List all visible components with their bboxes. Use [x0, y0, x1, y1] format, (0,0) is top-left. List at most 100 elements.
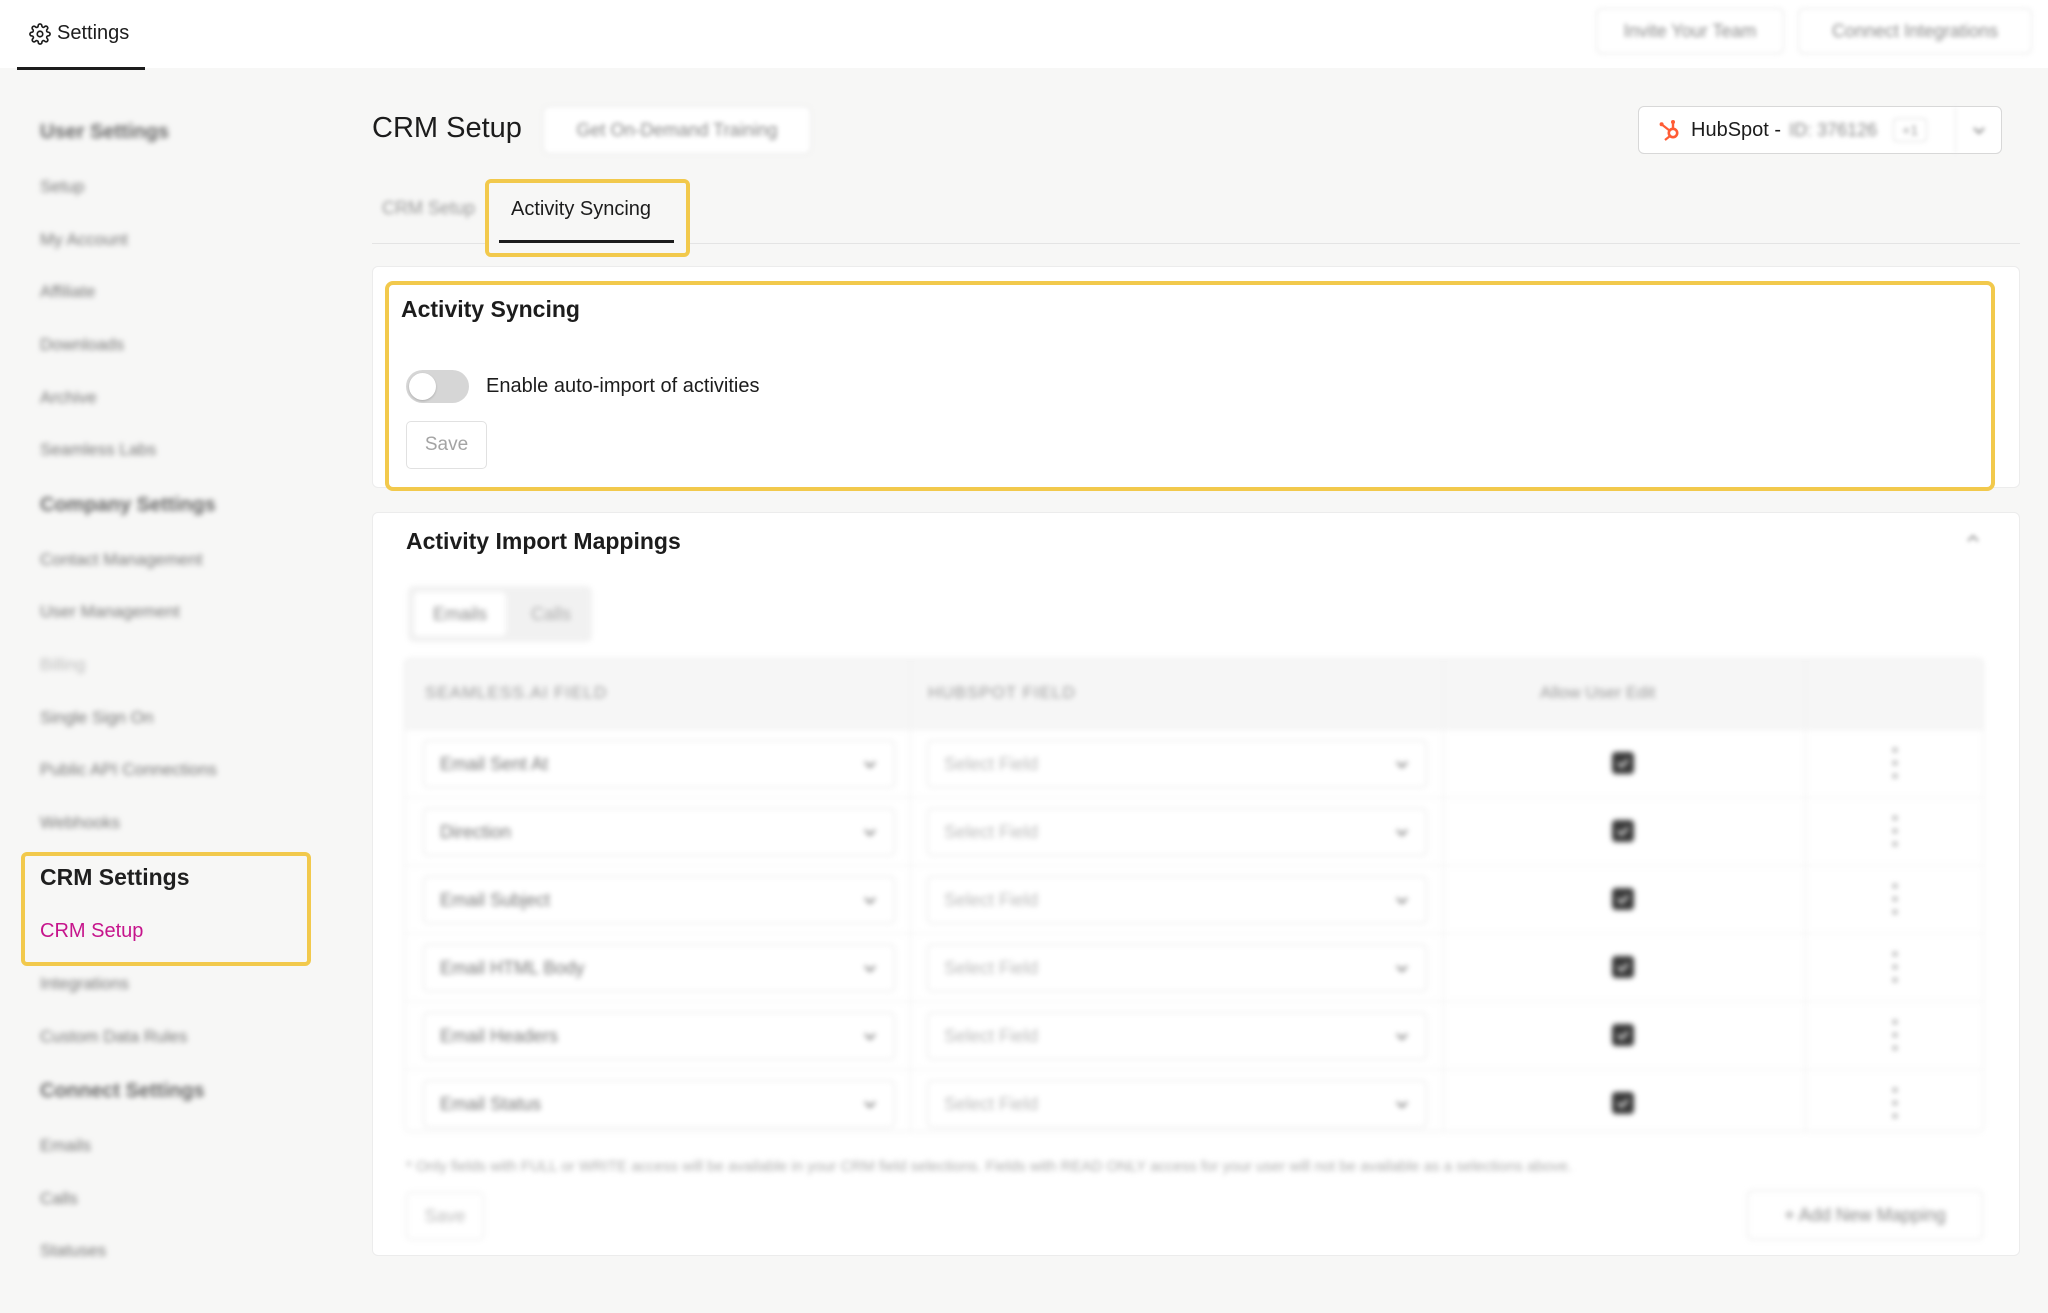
- chevron-down-icon: [864, 965, 876, 973]
- seamless-field-value: Email Subject: [440, 889, 551, 910]
- column-seamless-field: SEAMLESS.AI FIELD: [425, 683, 608, 702]
- sidebar-item-single-sign-on[interactable]: Single Sign On: [40, 708, 153, 728]
- hubspot-icon: [1659, 120, 1679, 141]
- activity-syncing-title: Activity Syncing: [401, 296, 580, 322]
- row-menu-icon[interactable]: [1891, 1020, 1899, 1050]
- field-access-footnote: * Only fields with FULL or WRITE access …: [406, 1158, 1573, 1175]
- mappings-title: Activity Import Mappings: [406, 528, 681, 554]
- row-menu-icon[interactable]: [1891, 952, 1899, 982]
- hubspot-field-select[interactable]: Select Field: [927, 944, 1427, 992]
- sidebar-heading-company-settings: Company Settings: [40, 494, 216, 516]
- hubspot-name: HubSpot -: [1691, 118, 1782, 141]
- chevron-down-icon: [1396, 965, 1408, 973]
- sidebar-item-my-account[interactable]: My Account: [40, 230, 128, 250]
- row-menu-icon[interactable]: [1891, 816, 1899, 846]
- mappings-save-button[interactable]: Save: [406, 1192, 484, 1240]
- sidebar-item-seamless-labs[interactable]: Seamless Labs: [40, 440, 156, 460]
- sidebar-item-custom-data-rules[interactable]: Custom Data Rules: [40, 1027, 187, 1047]
- settings-tab-label: Settings: [57, 22, 130, 44]
- allow-edit-checkbox[interactable]: [1612, 752, 1634, 774]
- sidebar-item-setup[interactable]: Setup: [40, 177, 84, 197]
- hubspot-field-select[interactable]: Select Field: [927, 1080, 1427, 1128]
- allow-edit-checkbox[interactable]: [1612, 956, 1634, 978]
- toggle-knob: [409, 373, 436, 400]
- chevron-up-icon[interactable]: [1964, 530, 1982, 548]
- seamless-field-select[interactable]: Email Status: [423, 1080, 895, 1128]
- add-new-mapping-button[interactable]: + Add New Mapping: [1747, 1190, 1983, 1240]
- row-menu-icon[interactable]: [1891, 884, 1899, 914]
- hubspot-field-value: Select Field: [944, 1093, 1039, 1114]
- tab-activity-syncing[interactable]: Activity Syncing: [511, 198, 651, 221]
- seamless-field-value: Email Headers: [440, 1025, 559, 1046]
- connect-integrations-button[interactable]: Connect Integrations: [1798, 8, 2032, 54]
- chevron-down-icon: [1396, 897, 1408, 905]
- sidebar-item-billing: Billing: [40, 655, 86, 674]
- sidebar-item-downloads[interactable]: Downloads: [40, 335, 124, 355]
- sidebar-item-contact-management[interactable]: Contact Management: [40, 550, 203, 570]
- column-allow-user-edit: Allow User Edit: [1540, 683, 1656, 702]
- table-row: Email Status Select Field: [405, 1069, 1983, 1131]
- chevron-down-icon[interactable]: [1955, 107, 2001, 153]
- chevron-down-icon: [864, 761, 876, 769]
- sidebar-item-emails[interactable]: Emails: [40, 1136, 91, 1156]
- allow-edit-checkbox[interactable]: [1612, 888, 1634, 910]
- tab-crm-setup[interactable]: CRM Setup: [382, 198, 475, 219]
- row-menu-icon[interactable]: [1891, 1088, 1899, 1118]
- auto-import-toggle[interactable]: [406, 370, 469, 403]
- chevron-down-icon: [1396, 1101, 1408, 1109]
- save-button[interactable]: Save: [406, 421, 487, 469]
- sidebar-item-public-api-connections[interactable]: Public API Connections: [40, 760, 217, 780]
- sidebar-item-integrations[interactable]: Integrations: [40, 974, 129, 994]
- on-demand-training-button[interactable]: Get On-Demand Training: [543, 106, 811, 154]
- seamless-field-select[interactable]: Email Sent At: [423, 740, 895, 788]
- allow-edit-checkbox[interactable]: [1612, 820, 1634, 842]
- chevron-down-icon: [1396, 1033, 1408, 1041]
- seamless-field-value: Email HTML Body: [440, 957, 585, 978]
- table-row: Email Sent At Select Field: [405, 729, 1983, 797]
- table-row: Email Headers Select Field: [405, 1001, 1983, 1069]
- sidebar-heading-user-settings: User Settings: [40, 121, 169, 143]
- hubspot-field-select[interactable]: Select Field: [927, 1012, 1427, 1060]
- sidebar-item-calls[interactable]: Calls: [40, 1189, 78, 1209]
- auto-import-label: Enable auto-import of activities: [486, 375, 760, 397]
- seamless-field-value: Email Sent At: [440, 753, 549, 774]
- check-icon: [1617, 1031, 1629, 1040]
- seamless-field-select[interactable]: Email Headers: [423, 1012, 895, 1060]
- sidebar-item-crm-setup[interactable]: CRM Setup: [40, 920, 143, 943]
- row-menu-icon[interactable]: [1891, 748, 1899, 778]
- sidebar-item-archive[interactable]: Archive: [40, 388, 97, 408]
- chevron-down-icon: [1396, 829, 1408, 837]
- active-tab-underline: [499, 240, 674, 243]
- sidebar-item-statuses[interactable]: Statuses: [40, 1241, 106, 1261]
- hubspot-field-value: Select Field: [944, 957, 1039, 978]
- hubspot-field-select[interactable]: Select Field: [927, 740, 1427, 788]
- mapping-type-segment: Emails Calls: [408, 586, 592, 642]
- settings-tab[interactable]: Settings: [17, 0, 145, 70]
- hubspot-account-select[interactable]: HubSpot - ID: 376126 +1: [1638, 106, 2002, 154]
- table-row: Direction Select Field: [405, 797, 1983, 865]
- seamless-field-select[interactable]: Direction: [423, 808, 895, 856]
- seamless-field-select[interactable]: Email HTML Body: [423, 944, 895, 992]
- allow-edit-checkbox[interactable]: [1612, 1092, 1634, 1114]
- seamless-field-select[interactable]: Email Subject: [423, 876, 895, 924]
- sidebar-heading-crm-settings: CRM Settings: [40, 864, 190, 890]
- sidebar: User Settings Setup My Account Affiliate…: [0, 68, 330, 1313]
- chevron-down-icon: [864, 829, 876, 837]
- chevron-down-icon: [864, 1101, 876, 1109]
- invite-team-button[interactable]: Invite Your Team: [1596, 8, 1784, 54]
- hubspot-extra-badge: +1: [1893, 118, 1928, 142]
- check-icon: [1617, 759, 1629, 768]
- hubspot-field-select[interactable]: Select Field: [927, 808, 1427, 856]
- sidebar-item-affiliate[interactable]: Affiliate: [40, 282, 95, 302]
- hubspot-field-value: Select Field: [944, 889, 1039, 910]
- sidebar-item-webhooks[interactable]: Webhooks: [40, 813, 120, 833]
- allow-edit-checkbox[interactable]: [1612, 1024, 1634, 1046]
- segment-emails[interactable]: Emails: [414, 592, 506, 636]
- hubspot-field-select[interactable]: Select Field: [927, 876, 1427, 924]
- gear-icon: [29, 22, 51, 45]
- sidebar-item-user-management[interactable]: User Management: [40, 602, 180, 622]
- mappings-table: SEAMLESS.AI FIELD HUBSPOT FIELD Allow Us…: [404, 658, 1984, 1132]
- segment-calls[interactable]: Calls: [518, 592, 584, 636]
- top-bar: Settings Invite Your Team Connect Integr…: [0, 0, 2048, 70]
- hubspot-field-value: Select Field: [944, 1025, 1039, 1046]
